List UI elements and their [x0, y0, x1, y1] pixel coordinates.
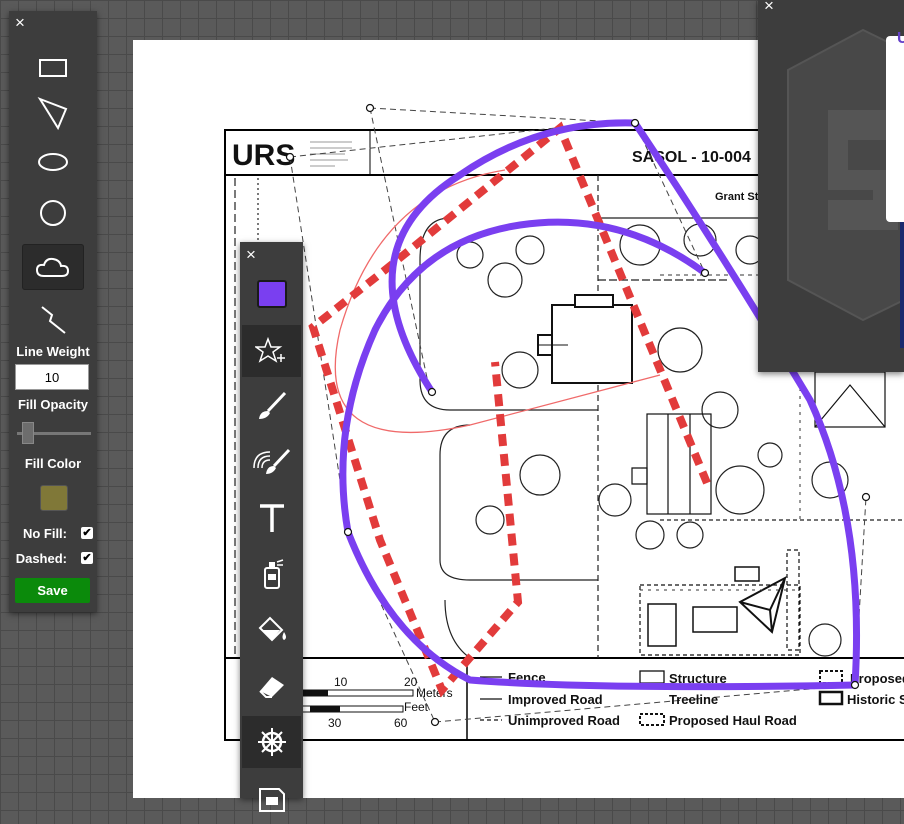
- star-plus-icon: [254, 336, 285, 363]
- circle-tool-button[interactable]: [22, 190, 84, 236]
- dashed-label: Dashed:: [15, 551, 67, 566]
- triangle-tool-button[interactable]: [22, 90, 84, 136]
- app-logo-watermark: [787, 28, 904, 322]
- ship-wheel-icon: [257, 728, 286, 756]
- rectangle-icon: [39, 59, 67, 77]
- line-weight-input[interactable]: 10: [15, 364, 89, 390]
- spray-can-icon: [263, 559, 283, 589]
- feet-label: Feet: [404, 700, 429, 714]
- scale-label-10: 10: [334, 675, 348, 689]
- info-card-text: U: [897, 30, 904, 47]
- brush-icon: [258, 391, 286, 419]
- save-button[interactable]: Save: [15, 578, 90, 603]
- stroke-color-button[interactable]: [242, 268, 301, 320]
- shape-stamp-tool-button[interactable]: [242, 325, 301, 377]
- circle-icon: [40, 200, 66, 226]
- street-label: Grant St: [715, 191, 759, 203]
- pan-tool-button[interactable]: [242, 716, 301, 768]
- fill-bucket-tool-button[interactable]: [242, 604, 301, 656]
- polyline-icon: [41, 306, 66, 334]
- eraser-tool-button[interactable]: [242, 660, 301, 712]
- spray-tool-button[interactable]: [242, 548, 301, 600]
- dashed-checkbox[interactable]: ✔: [81, 552, 93, 564]
- urs-logo: URS: [232, 139, 295, 172]
- text-icon: [259, 504, 284, 532]
- rectangle-tool-button[interactable]: [22, 45, 84, 91]
- info-card-strip: [900, 222, 904, 348]
- paint-bucket-icon: [258, 616, 286, 642]
- eraser-icon: [258, 677, 284, 698]
- ellipse-tool-button[interactable]: [22, 139, 84, 185]
- scale-label-30: 30: [328, 716, 342, 730]
- stroke-color-swatch: [256, 280, 287, 308]
- tool-panel-close-icon[interactable]: ×: [246, 246, 256, 263]
- tool-panel: ×: [240, 242, 303, 812]
- line-weight-label: Line Weight: [16, 344, 90, 359]
- ellipse-icon: [38, 153, 68, 171]
- fill-color-label: Fill Color: [24, 456, 82, 471]
- scale-label-60: 60: [394, 716, 408, 730]
- no-fill-checkbox[interactable]: ✔: [81, 527, 93, 539]
- shape-panel-close-icon[interactable]: ×: [15, 14, 25, 31]
- polyline-tool-button[interactable]: [22, 296, 84, 342]
- legend-treeline: Treeline: [669, 692, 718, 707]
- fill-color-swatch[interactable]: [40, 485, 68, 511]
- shape-panel: × Line Weight 10 Fill Opacity Fill Color…: [9, 11, 97, 612]
- brush-tool-button[interactable]: [242, 380, 301, 432]
- right-panel: × U: [758, 0, 904, 372]
- info-card[interactable]: [886, 36, 904, 222]
- fill-opacity-slider-thumb[interactable]: [22, 422, 34, 444]
- highlighter-brush-tool-button[interactable]: [242, 436, 301, 488]
- fill-opacity-label: Fill Opacity: [17, 397, 89, 412]
- legend-unimproved-road: Unimproved Road: [508, 713, 620, 728]
- save-disk-tool-button[interactable]: [242, 772, 301, 824]
- legend-historic: Historic S: [847, 692, 904, 707]
- cloud-icon: [35, 257, 70, 277]
- triangle-icon: [37, 96, 68, 131]
- no-fill-label: No Fill:: [22, 526, 67, 541]
- text-tool-button[interactable]: [242, 492, 301, 544]
- rainbow-brush-icon: [252, 448, 290, 474]
- legend-proposed-haul-road: Proposed Haul Road: [669, 713, 797, 728]
- cloud-tool-button[interactable]: [22, 244, 84, 290]
- legend-improved-road: Improved Road: [508, 692, 603, 707]
- floppy-disk-icon: [258, 788, 285, 812]
